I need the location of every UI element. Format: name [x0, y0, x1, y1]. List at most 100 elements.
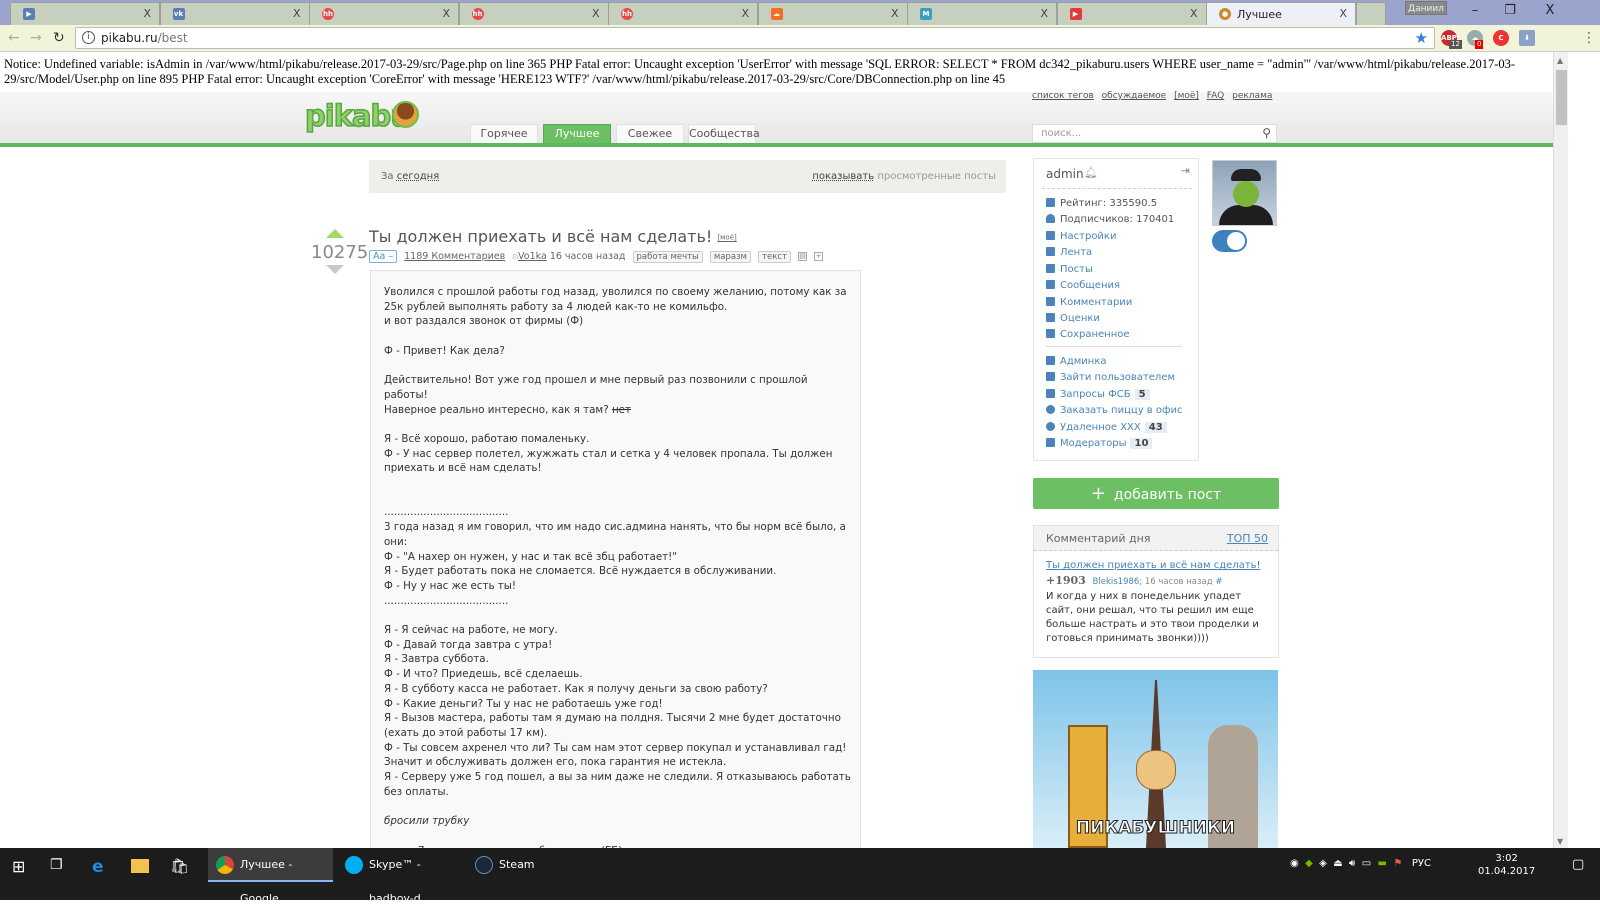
page-scrollbar[interactable]: ▲ ▼ [1553, 52, 1568, 848]
post-title[interactable]: Ты должен приехать и всё нам сделать! [369, 227, 712, 246]
browser-tab[interactable]: ● Лучшее X [1206, 2, 1356, 25]
nav-tab-communities[interactable]: Сообщества [688, 124, 760, 143]
nav-tab-fresh[interactable]: Свежее [616, 124, 684, 143]
flag-icon[interactable]: ⚑ [1393, 858, 1402, 869]
save-post-icon[interactable]: ▤ [798, 252, 807, 261]
scroll-thumb[interactable] [1556, 70, 1567, 125]
browser-tab[interactable]: ☁ X [757, 2, 908, 25]
admin-menu-item[interactable]: Заказать пиццу в офис [1046, 405, 1183, 416]
windows-start-icon[interactable]: ⊞ [12, 857, 30, 876]
close-tab-icon[interactable]: X [1190, 7, 1198, 20]
language-indicator[interactable]: РУС [1412, 858, 1431, 869]
browser-tab[interactable]: hh X [309, 2, 459, 25]
user-menu-item[interactable]: Лента [1046, 247, 1092, 258]
taskbar-app[interactable]: Лучшее - Google ... [208, 848, 333, 905]
admin-menu-item[interactable]: Удаленное XXX 43 [1046, 421, 1167, 433]
close-tab-icon[interactable]: X [592, 7, 600, 20]
add-post-button[interactable]: + добавить пост [1033, 478, 1279, 509]
profile-button[interactable]: Даниил [1405, 1, 1447, 15]
user-menu-item[interactable]: Настройки [1046, 231, 1116, 242]
search-icon[interactable]: ⚲ [1262, 126, 1271, 140]
download-icon[interactable]: ⬇ [1519, 30, 1535, 46]
period-selector[interactable]: сегодня [397, 171, 440, 182]
expand-post-icon[interactable]: + [814, 252, 824, 261]
upvote-arrow-icon[interactable] [326, 229, 344, 238]
show-viewed-toggle[interactable]: показывать [812, 171, 874, 182]
admin-menu-item[interactable]: Запросы ФСБ 5 [1046, 388, 1150, 400]
edge-icon[interactable]: e [92, 857, 110, 877]
info-icon[interactable]: i [82, 31, 95, 44]
browser-tab[interactable]: MX [907, 2, 1057, 25]
taskbar-app[interactable]: Skype™ - badboy-d... [337, 848, 462, 905]
close-tab-icon[interactable]: X [293, 7, 301, 20]
store-icon[interactable]: 🛍︎ [170, 857, 189, 875]
search-input[interactable]: поиск... ⚲ [1032, 124, 1277, 143]
tag-text[interactable]: текст [758, 251, 791, 263]
system-clock[interactable]: 3:02 01.04.2017 [1478, 852, 1535, 878]
top-link-tags[interactable]: список тегов [1032, 91, 1094, 101]
chrome-menu-icon[interactable]: ⋮ [1582, 30, 1596, 46]
new-tab-button[interactable] [1355, 2, 1386, 25]
tag-work-dream[interactable]: работа мечты [632, 251, 703, 263]
browser-tab[interactable]: hh X [608, 2, 758, 25]
bell-icon[interactable]: 🔔︎ [1084, 166, 1098, 179]
usb-tray-icon[interactable]: ⏏ [1333, 858, 1342, 869]
back-button[interactable]: ← [8, 30, 20, 46]
author-link[interactable]: Vo1ka [518, 251, 547, 262]
user-avatar[interactable] [1212, 160, 1277, 226]
volume-icon[interactable]: 🔊︎ [1349, 858, 1355, 869]
shield-tray-icon[interactable]: ◈ [1319, 858, 1327, 869]
address-bar[interactable]: i pikabu.ru/best ★ [75, 27, 1435, 49]
network-icon[interactable]: ▭ [1362, 858, 1371, 869]
close-tab-icon[interactable]: X [143, 7, 151, 20]
taskbar-app[interactable]: Steam [467, 848, 547, 882]
user-menu-item[interactable]: Сохраненное [1046, 329, 1130, 340]
browser-tab[interactable]: ▶ X [10, 2, 160, 25]
close-tab-icon[interactable]: X [741, 7, 749, 20]
username[interactable]: admin [1046, 167, 1084, 181]
user-menu-item[interactable]: Комментарии [1046, 296, 1132, 308]
comment-post-link[interactable]: Ты должен приехать и всё нам сделать! [1046, 560, 1261, 571]
close-tab-icon[interactable]: X [1339, 7, 1347, 20]
file-explorer-icon[interactable] [131, 859, 149, 873]
url-text[interactable]: pikabu.ru/best [101, 31, 188, 45]
close-tab-icon[interactable]: X [1040, 7, 1048, 20]
top-link-faq[interactable]: FAQ [1207, 91, 1224, 101]
top-50-link[interactable]: ТОП 50 [1227, 532, 1268, 545]
comment-author[interactable]: Blekis1986; [1093, 577, 1143, 587]
admin-menu-item[interactable]: Зайти пользователем [1046, 372, 1175, 383]
close-tab-icon[interactable]: X [442, 7, 450, 20]
minimize-button[interactable]: – [1460, 3, 1490, 18]
browser-tab[interactable]: vk X [159, 2, 310, 25]
opera-extension-icon[interactable]: C [1493, 30, 1509, 46]
battery-icon[interactable]: ▬ [1378, 858, 1387, 869]
browser-tab[interactable]: hh X [458, 2, 609, 25]
top-link-mine[interactable]: [моё] [1174, 91, 1199, 101]
admin-menu-item[interactable]: Админка [1046, 356, 1107, 367]
close-tab-icon[interactable]: X [891, 7, 899, 20]
scroll-down-arrow-icon[interactable]: ▼ [1557, 837, 1563, 846]
mine-tag[interactable]: [моё] [717, 234, 736, 242]
user-menu-item[interactable]: Сообщения [1046, 280, 1120, 291]
tag-nonsense[interactable]: маразм [709, 251, 751, 263]
user-menu-item[interactable]: Оценки [1046, 313, 1100, 324]
browser-tab[interactable]: ▶ X [1056, 2, 1207, 25]
steam-tray-icon[interactable]: ◉ [1290, 858, 1299, 869]
font-size-toggle[interactable]: Аа – [369, 250, 398, 263]
comments-link[interactable]: 1189 Комментариев [404, 251, 505, 262]
notifications-icon[interactable]: ▢ [1572, 857, 1590, 875]
theme-toggle[interactable] [1212, 230, 1247, 252]
top-link-discussed[interactable]: обсуждаемое [1102, 91, 1167, 101]
bookmark-star-icon[interactable]: ★ [1415, 29, 1428, 47]
admin-menu-item[interactable]: Модераторы 10 [1046, 438, 1153, 449]
forward-button[interactable]: → [30, 30, 42, 46]
nav-tab-best[interactable]: Лучшее [543, 124, 611, 143]
nvidia-tray-icon[interactable]: ◆ [1305, 858, 1313, 869]
comment-anchor[interactable]: # [1215, 577, 1222, 587]
promo-banner[interactable]: ПИКАБУШНИКИ [1033, 670, 1278, 848]
maximize-button[interactable]: ❐ [1495, 3, 1525, 18]
task-view-icon[interactable]: ❐ [50, 857, 68, 875]
scroll-up-arrow-icon[interactable]: ▲ [1557, 56, 1563, 65]
user-menu-item[interactable]: Посты [1046, 263, 1093, 275]
top-link-ads[interactable]: реклама [1232, 91, 1272, 101]
